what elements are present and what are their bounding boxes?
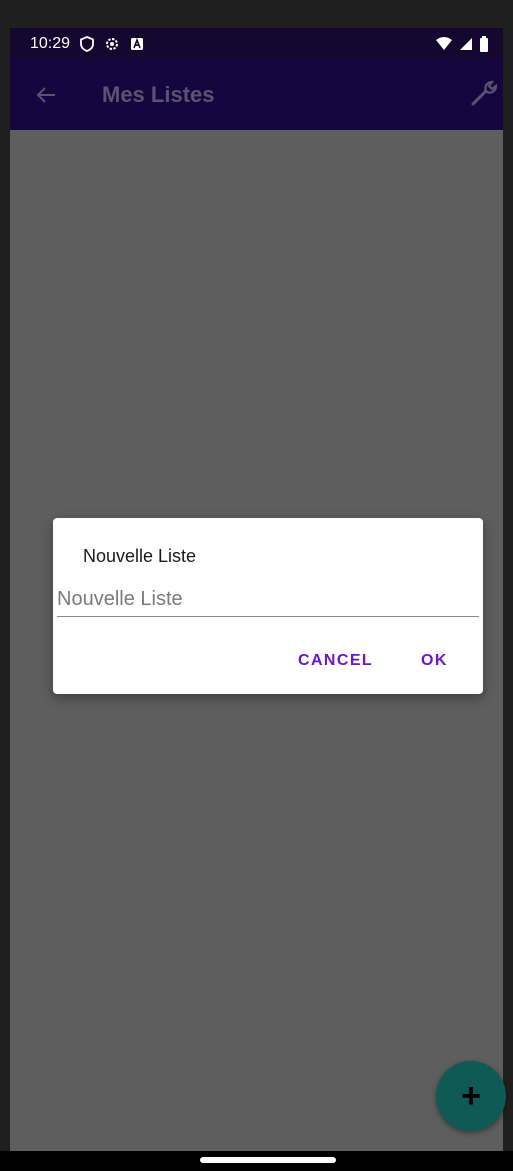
arrow-left-icon	[36, 87, 55, 103]
keyboard-a-icon	[131, 37, 144, 50]
navigation-bar	[0, 1151, 513, 1171]
add-list-button[interactable]: +	[436, 1061, 506, 1131]
status-bar: 10:29	[10, 28, 503, 60]
ok-button[interactable]: OK	[421, 648, 448, 674]
battery-icon	[480, 36, 488, 52]
device-frame-right	[503, 0, 513, 1171]
app-bar: Mes Listes	[10, 60, 503, 130]
settings-button[interactable]	[469, 78, 499, 113]
wifi-icon	[436, 37, 452, 50]
dialog-title: Nouvelle Liste	[83, 546, 197, 566]
signal-icon	[460, 38, 472, 50]
device-frame-top	[0, 0, 513, 28]
status-time: 10:29	[30, 35, 71, 52]
home-gesture-handle[interactable]	[200, 1157, 336, 1163]
page-title: Mes Listes	[102, 82, 215, 107]
cancel-button[interactable]: CANCEL	[298, 648, 373, 674]
new-list-dialog: Nouvelle Liste CANCEL OK	[53, 518, 483, 694]
plus-icon: +	[461, 1076, 481, 1115]
back-button[interactable]	[10, 84, 78, 106]
wrench-icon	[471, 80, 498, 105]
list-name-input[interactable]	[57, 584, 479, 617]
settings-icon	[106, 38, 119, 50]
device-frame-left	[0, 0, 10, 1171]
shield-icon	[80, 36, 94, 52]
